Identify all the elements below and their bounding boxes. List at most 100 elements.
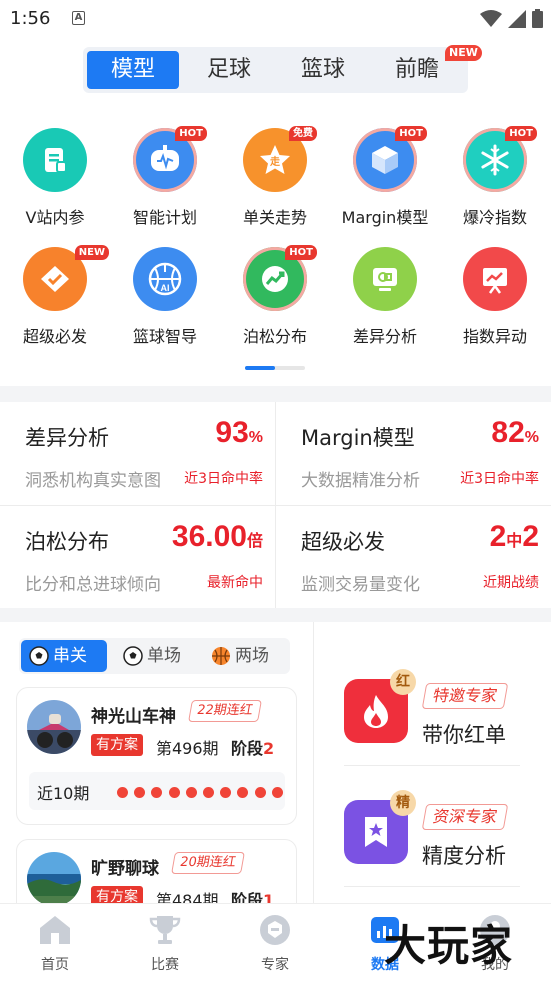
promo-tag: 资深专家 (421, 804, 509, 830)
hit-dot (220, 787, 232, 798)
promo-title: 带你红单 (422, 723, 506, 747)
hit-dot (117, 787, 128, 798)
grid-item-label: 爆冷指数 (462, 208, 527, 227)
diamond-icon: NEW (23, 245, 109, 311)
cube-icon: HOT (353, 126, 427, 192)
grid-item-upset-index[interactable]: HOT 爆冷指数 (440, 126, 550, 228)
hot-badge: HOT (505, 126, 537, 141)
nav-experts[interactable]: 专家 (235, 912, 315, 974)
tab-model[interactable]: 模型 (87, 51, 179, 89)
watermark: 大玩家 (384, 921, 514, 970)
recent-results: 近10期 (29, 772, 285, 810)
trend-chart-icon: HOT (243, 245, 317, 311)
grid-item-smart-plan[interactable]: HOT 智能计划 (110, 126, 220, 228)
home-icon (37, 912, 73, 948)
signal-icon (508, 9, 526, 28)
new-badge: NEW (445, 45, 482, 61)
section-divider (0, 386, 551, 402)
tab-basketball[interactable]: 篮球 (277, 51, 369, 89)
stat-subtitle: 监测交易量变化 (301, 575, 420, 595)
hit-dot (271, 787, 283, 798)
grid-item-label: 超级必发 (22, 327, 87, 346)
stat-title: 泊松分布 (25, 530, 109, 554)
hit-dot (151, 787, 163, 798)
promo-divider (344, 765, 520, 766)
expert-name: 神光山车神 (91, 707, 176, 727)
promo-badge: 红 (390, 669, 416, 695)
snowflake-icon: HOT (463, 126, 537, 192)
expert-shield-icon (257, 912, 293, 948)
grid-item-v-insider[interactable]: V站内参 (0, 128, 110, 228)
stage-label: 阶段2 (231, 739, 275, 758)
period-number: 第496期 (156, 739, 219, 758)
stat-subtitle: 洞悉机构真实意图 (25, 471, 161, 491)
stat-tag: 近3日命中率 (460, 471, 539, 487)
expert-card[interactable]: 神光山车神 22期连红 有方案 第496期 阶段2 近10期 (16, 687, 297, 825)
stat-card-diff-analysis[interactable]: 差异分析 93% 洞悉机构真实意图 近3日命中率 (0, 402, 275, 506)
grid-item-index-change[interactable]: 指数异动 (440, 247, 550, 347)
avatar (27, 852, 81, 906)
grid-item-single-trend[interactable]: 走 免费 单关走势 (220, 126, 330, 228)
presentation-icon (463, 247, 527, 311)
grid-item-label: 单关走势 (242, 208, 307, 227)
grid-item-label: V站内参 (25, 208, 85, 227)
star-icon: 走 免费 (243, 126, 317, 192)
recent-label: 近10期 (37, 784, 90, 803)
category-tabs: 模型 足球 篮球 前瞻 NEW (83, 45, 482, 93)
stat-value: 2中2 (489, 520, 539, 553)
grid-item-margin-model[interactable]: HOT Margin模型 (330, 126, 440, 228)
monitor-icon (353, 247, 417, 311)
grid-item-label: 智能计划 (132, 208, 197, 227)
hit-dot (254, 787, 266, 798)
document-icon (23, 128, 87, 192)
grid-item-label: 差异分析 (352, 327, 417, 346)
tab-double[interactable]: 两场 (203, 640, 289, 672)
stat-value: 93% (215, 416, 263, 449)
hit-dot (237, 787, 249, 798)
svg-text:AI: AI (161, 283, 170, 293)
grid-item-label: 泊松分布 (242, 327, 307, 346)
tab-football[interactable]: 足球 (183, 51, 275, 89)
hit-dot (168, 787, 180, 798)
hot-badge: HOT (395, 126, 427, 141)
grid-item-basketball-guide[interactable]: AI 篮球智导 (110, 247, 220, 347)
trophy-icon (147, 912, 183, 948)
tab-label: 串关 (53, 646, 87, 666)
stat-title: Margin模型 (301, 426, 415, 450)
pager-active (245, 366, 275, 370)
robot-icon: HOT (133, 126, 207, 192)
stat-title: 差异分析 (25, 426, 109, 450)
hot-badge: HOT (285, 245, 317, 260)
avatar (27, 700, 81, 754)
promo-tag: 特邀专家 (421, 683, 509, 709)
new-badge: NEW (74, 245, 109, 260)
grid-item-diff-analysis[interactable]: 差异分析 (330, 247, 440, 347)
tab-single[interactable]: 单场 (115, 640, 201, 672)
hit-dot (185, 787, 197, 798)
status-bar: 1:56 A (0, 0, 551, 38)
hit-dot (203, 787, 214, 798)
wifi-icon (480, 9, 502, 27)
stat-card-poisson[interactable]: 泊松分布 36.00倍 比分和总进球倾向 最新命中 (0, 506, 275, 610)
stat-card-super-bifa[interactable]: 超级必发 2中2 监测交易量变化 近期战绩 (276, 506, 551, 610)
nav-matches[interactable]: 比赛 (125, 912, 205, 974)
nav-home[interactable]: 首页 (15, 912, 95, 974)
section-divider (0, 608, 551, 622)
hit-dot (134, 787, 146, 798)
tab-parlay[interactable]: 串关 (21, 640, 107, 672)
promo-badge: 精 (390, 790, 416, 816)
promo-invited-expert[interactable]: 红 特邀专家 带你红单 (344, 669, 520, 779)
basketball-ai-icon: AI (133, 247, 197, 311)
status-time: 1:56 (10, 8, 51, 29)
grid-pager (245, 366, 305, 370)
promo-senior-expert[interactable]: 精 资深专家 精度分析 (344, 790, 520, 900)
grid-item-super-bifa[interactable]: NEW 超级必发 (0, 245, 110, 347)
promo-title: 精度分析 (422, 844, 506, 868)
soccer-ball-icon (123, 646, 143, 666)
soccer-ball-icon (29, 646, 49, 666)
grid-item-label: 指数异动 (462, 327, 527, 346)
stat-card-margin-model[interactable]: Margin模型 82% 大数据精准分析 近3日命中率 (276, 402, 551, 506)
grid-item-poisson[interactable]: HOT 泊松分布 (220, 245, 330, 347)
stat-subtitle: 大数据精准分析 (301, 471, 420, 491)
panel-divider (313, 622, 314, 903)
